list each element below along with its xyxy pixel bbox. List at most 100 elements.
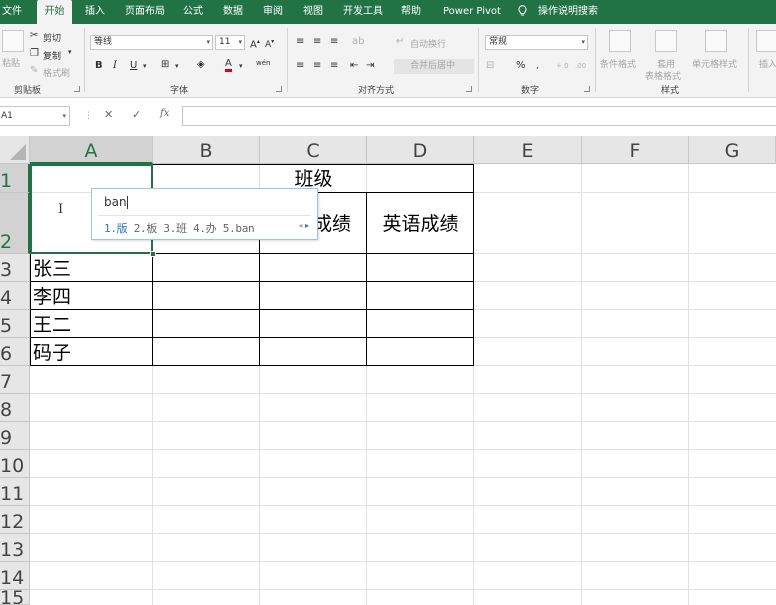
ime-candidate-4[interactable]: 4.办 (193, 222, 217, 235)
fill-handle[interactable] (150, 251, 156, 257)
font-size-combo[interactable]: 11 ▾ (215, 35, 245, 50)
conditional-formatting-button[interactable]: 条件格式 (600, 57, 636, 70)
italic-button[interactable]: I (113, 60, 117, 72)
column-header-a[interactable]: A (30, 136, 153, 164)
clipboard-launcher-icon[interactable] (74, 86, 80, 92)
tab-review[interactable]: 审阅 (263, 0, 287, 24)
tab-insert[interactable]: 插入 (85, 0, 109, 24)
bold-button[interactable]: B (95, 60, 103, 72)
row-header-9[interactable]: 9 (0, 422, 30, 450)
column-header-b[interactable]: B (153, 136, 260, 164)
column-header-e[interactable]: E (474, 136, 582, 164)
ime-candidate-1[interactable]: 1.版 (104, 222, 128, 235)
ime-next-icon[interactable]: ▸ (305, 221, 309, 230)
row-header-13[interactable]: 13 (0, 534, 30, 562)
phonetic-icon[interactable]: wén (256, 57, 270, 69)
font-launcher-icon[interactable] (276, 86, 282, 92)
cell-d2[interactable]: 英语成绩 (370, 211, 471, 237)
insert-cells-icon[interactable] (756, 30, 776, 52)
decrease-indent-icon[interactable]: ⇤ (350, 60, 358, 72)
formula-input[interactable] (182, 106, 776, 126)
ime-prev-icon[interactable]: ◂ (298, 221, 302, 230)
row-header-6[interactable]: 6 (0, 338, 30, 366)
copy-dropdown-icon[interactable]: ▾ (68, 48, 72, 56)
cell-a4[interactable]: 李四 (33, 284, 71, 310)
row-header-3[interactable]: 3 (0, 254, 30, 282)
copy-button[interactable]: 复制 (43, 49, 61, 62)
insert-function-button[interactable]: fx (160, 108, 169, 119)
conditional-formatting-icon[interactable] (609, 30, 631, 52)
increase-decimal-icon[interactable]: +.0 (556, 60, 569, 72)
number-format-combo[interactable]: 常规 ▾ (485, 35, 588, 50)
tab-home[interactable]: 开始 (37, 0, 72, 24)
wrap-text-button[interactable]: 自动换行 (410, 37, 446, 50)
align-middle-icon[interactable]: ≡ (313, 36, 321, 48)
tab-page-layout[interactable]: 页面布局 (125, 0, 169, 24)
ime-candidate-5[interactable]: 5.ban (223, 222, 255, 235)
row-header-11[interactable]: 11 (0, 478, 30, 506)
paste-icon[interactable] (2, 30, 24, 52)
cell-styles-button[interactable]: 单元格样式 (692, 57, 737, 70)
increase-indent-icon[interactable]: ⇥ (366, 60, 374, 72)
underline-dropdown-icon[interactable]: ▾ (143, 60, 147, 72)
column-header-f[interactable]: F (582, 136, 689, 164)
select-all-button[interactable] (0, 136, 30, 164)
row-header-10[interactable]: 10 (0, 450, 30, 478)
font-name-combo[interactable]: 等线 ▾ (90, 35, 213, 50)
row-header-8[interactable]: 8 (0, 394, 30, 422)
tab-power-pivot[interactable]: Power Pivot (443, 0, 503, 24)
orientation-icon[interactable]: ab (352, 36, 364, 48)
row-header-1[interactable]: 1 (0, 164, 30, 193)
column-header-c[interactable]: C (260, 136, 367, 164)
cell-a6[interactable]: 码子 (33, 340, 71, 366)
row-header-14[interactable]: 14 (0, 562, 30, 590)
borders-icon[interactable]: ⊞ (161, 59, 169, 71)
row-header-2[interactable]: 2 (0, 193, 30, 254)
ime-candidate-window[interactable]: ban 1.版 2.板 3.班 4.办 5.ban ◂ ▸ (91, 188, 318, 240)
tab-file[interactable]: 文件 (2, 0, 24, 24)
comma-icon[interactable]: , (536, 60, 539, 72)
increase-font-icon[interactable]: A▴ (250, 36, 260, 51)
row-header-7[interactable]: 7 (0, 366, 30, 394)
tab-data[interactable]: 数据 (223, 0, 247, 24)
row-header-15[interactable]: 15 (0, 590, 30, 605)
tab-formulas[interactable]: 公式 (183, 0, 207, 24)
align-right-icon[interactable]: ≡ (330, 60, 338, 72)
paste-button[interactable]: 粘贴 (2, 56, 20, 69)
ime-candidate-2[interactable]: 2.板 (134, 222, 158, 235)
align-center-icon[interactable]: ≡ (313, 60, 321, 72)
font-color-icon[interactable]: A (225, 59, 232, 72)
name-box[interactable]: A1 ▾ (0, 106, 70, 126)
ime-page-arrows[interactable]: ◂ ▸ (298, 221, 309, 230)
font-color-dropdown-icon[interactable]: ▾ (239, 60, 243, 72)
cut-button[interactable]: 剪切 (43, 31, 61, 44)
formula-bar-grip-icon[interactable]: ⋮ (84, 111, 93, 121)
ime-candidate-3[interactable]: 3.班 (163, 222, 187, 235)
cell-a5[interactable]: 王二 (33, 312, 71, 338)
align-bottom-icon[interactable]: ≡ (330, 36, 338, 48)
tab-help[interactable]: 帮助 (401, 0, 425, 24)
align-left-icon[interactable]: ≡ (296, 60, 304, 72)
row-header-5[interactable]: 5 (0, 310, 30, 338)
row-header-12[interactable]: 12 (0, 506, 30, 534)
column-header-d[interactable]: D (367, 136, 474, 164)
borders-dropdown-icon[interactable]: ▾ (175, 60, 179, 72)
cancel-entry-button[interactable]: ✕ (104, 108, 113, 121)
format-as-table-icon[interactable] (655, 30, 677, 52)
tab-view[interactable]: 视图 (303, 0, 327, 24)
column-header-g[interactable]: G (689, 136, 776, 164)
insert-cells-button[interactable]: 插入 (759, 57, 776, 70)
number-launcher-icon[interactable] (584, 86, 590, 92)
align-top-icon[interactable]: ≡ (296, 36, 304, 48)
row-header-4[interactable]: 4 (0, 282, 30, 310)
decrease-font-icon[interactable]: A▾ (265, 36, 274, 51)
cell-a3[interactable]: 张三 (33, 256, 71, 282)
tab-developer[interactable]: 开发工具 (343, 0, 387, 24)
tell-me-search[interactable]: 操作说明搜索 (538, 0, 598, 24)
accounting-icon[interactable]: ⊟ (486, 60, 494, 72)
alignment-launcher-icon[interactable] (466, 86, 472, 92)
fill-color-icon[interactable]: ◈ (197, 59, 205, 71)
percent-button[interactable]: % (516, 60, 526, 72)
decrease-decimal-icon[interactable]: .00 (575, 60, 586, 72)
merge-center-button[interactable]: 合并后居中 (394, 59, 474, 74)
